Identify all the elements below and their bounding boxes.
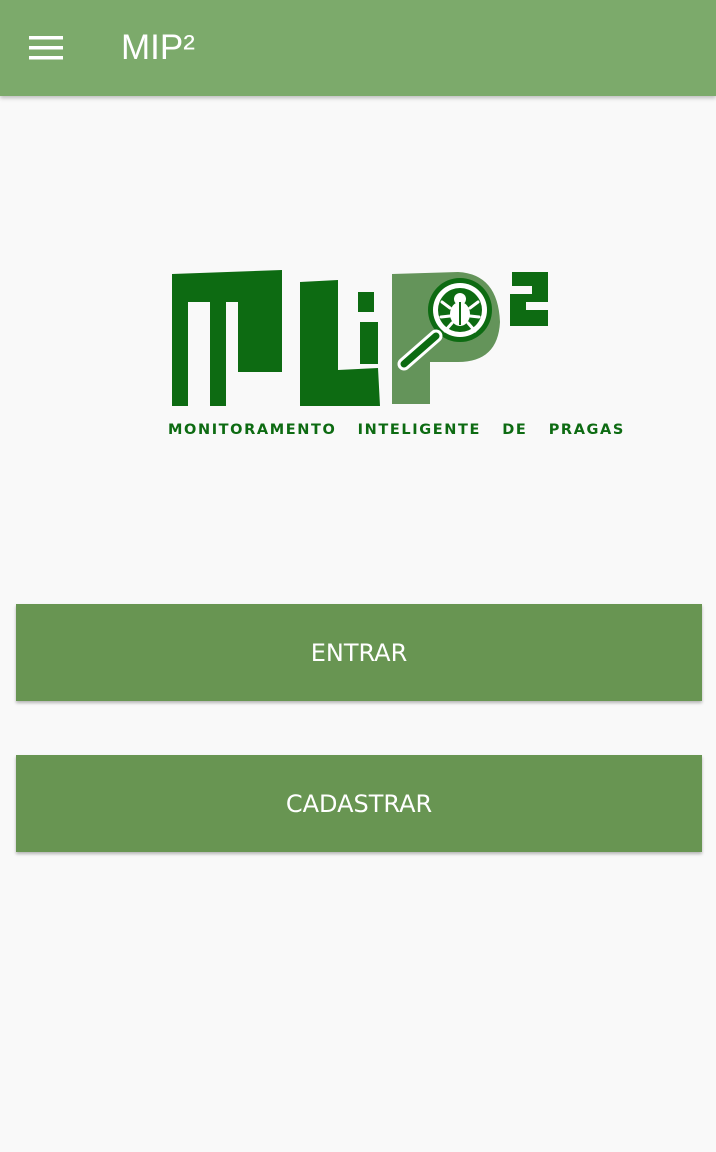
login-button[interactable]: ENTRAR <box>16 604 702 701</box>
app-bar: MIP² <box>0 0 716 96</box>
logo-subtitle: MONITORAMENTO INTELIGENTE DE PRAGAS <box>168 422 625 438</box>
app-logo: MONITORAMENTO INTELIGENTE DE PRAGAS <box>168 262 625 452</box>
register-button[interactable]: CADASTRAR <box>16 755 702 852</box>
app-title: MIP² <box>121 28 195 67</box>
menu-button[interactable] <box>18 22 74 74</box>
logo-graphic <box>172 270 548 406</box>
hamburger-menu-icon <box>29 36 63 60</box>
